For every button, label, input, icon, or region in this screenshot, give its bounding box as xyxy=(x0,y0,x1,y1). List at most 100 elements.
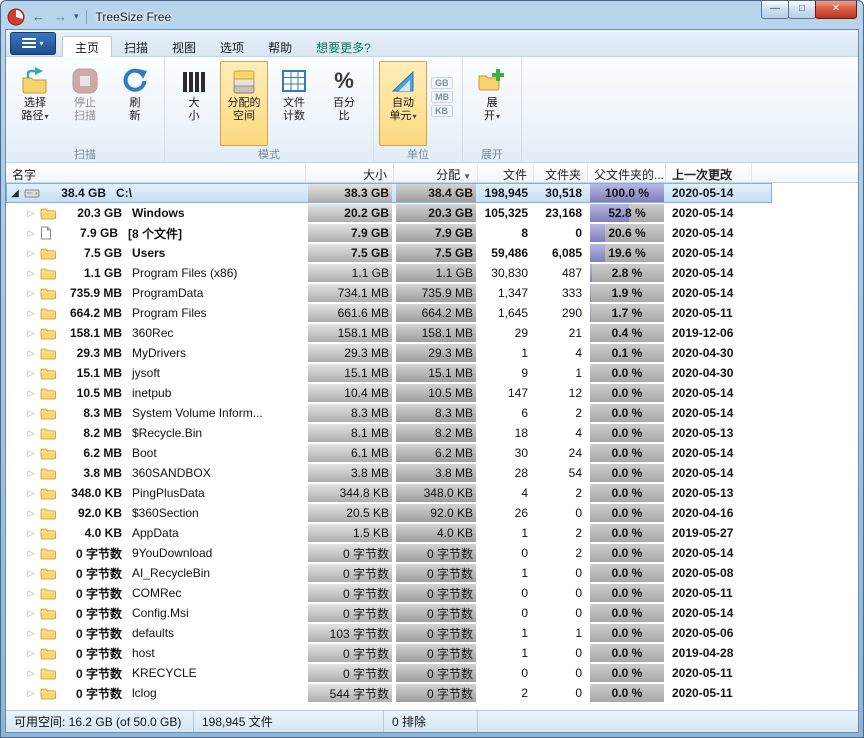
expand-icon[interactable]: ▷ xyxy=(26,388,36,399)
column-header-size[interactable]: 大小 xyxy=(306,163,394,182)
folder-icon xyxy=(40,647,56,660)
column-header-folders[interactable]: 文件夹 xyxy=(534,163,588,182)
application-menu-button[interactable]: ▾ xyxy=(10,32,56,55)
expand-icon[interactable]: ▷ xyxy=(26,288,36,299)
expand-button[interactable]: 展开▾ xyxy=(468,61,516,146)
column-header-files[interactable]: 文件 xyxy=(478,163,534,182)
unit-gb-label[interactable]: GB xyxy=(431,77,453,89)
cell-allocated: 0 字节数 xyxy=(394,563,478,583)
column-header-name[interactable]: 名字 xyxy=(6,163,306,182)
expand-icon[interactable]: ▷ xyxy=(26,328,36,339)
cell-name: ▷348.0 KBPingPlusData xyxy=(6,483,306,503)
folder-icon xyxy=(40,427,56,440)
expand-icon[interactable]: ▷ xyxy=(26,508,36,519)
table-row[interactable]: ▷1.1 GBProgram Files (x86)1.1 GB1.1 GB30… xyxy=(6,263,772,283)
forward-icon[interactable]: → xyxy=(52,9,69,24)
folder-icon xyxy=(40,407,56,420)
back-icon[interactable]: ← xyxy=(30,9,47,24)
expand-icon[interactable]: ▷ xyxy=(26,628,36,639)
table-row[interactable]: ▷0 字节数AI_RecycleBin0 字节数0 字节数100.0 %2020… xyxy=(6,563,772,583)
collapse-icon[interactable]: ◢ xyxy=(10,188,20,199)
table-row[interactable]: ▷20.3 GBWindows20.2 GB20.3 GB105,32523,1… xyxy=(6,203,772,223)
table-row[interactable]: ▷10.5 MBinetpub10.4 MB10.5 MB147120.0 %2… xyxy=(6,383,772,403)
expand-icon[interactable]: ▷ xyxy=(26,528,36,539)
column-header-allocated[interactable]: 分配▼ xyxy=(394,163,478,182)
expand-icon[interactable]: ▷ xyxy=(26,428,36,439)
table-row[interactable]: ▷158.1 MB360Rec158.1 MB158.1 MB29210.4 %… xyxy=(6,323,772,343)
expand-icon[interactable]: ▷ xyxy=(26,668,36,679)
table-row[interactable]: ▷735.9 MBProgramData734.1 MB735.9 MB1,34… xyxy=(6,283,772,303)
folder-icon xyxy=(40,587,56,600)
expand-icon[interactable]: ▷ xyxy=(26,268,36,279)
cell-size: 344.8 KB xyxy=(306,483,394,503)
expand-icon[interactable]: ▷ xyxy=(26,228,36,239)
minimize-button[interactable]: — xyxy=(761,1,789,19)
column-header-parent-pct[interactable]: 父文件夹的... xyxy=(588,163,666,182)
table-row[interactable]: ▷7.5 GBUsers7.5 GB7.5 GB59,4866,08519.6 … xyxy=(6,243,772,263)
table-row[interactable]: ▷8.3 MBSystem Volume Inform...8.3 MB8.3 … xyxy=(6,403,772,423)
auto-units-button[interactable]: 自动单元▾ xyxy=(379,61,427,146)
expand-icon[interactable]: ▷ xyxy=(26,468,36,479)
expand-icon[interactable]: ▷ xyxy=(26,488,36,499)
expand-icon[interactable]: ▷ xyxy=(26,588,36,599)
cell-spacer xyxy=(752,623,772,643)
cell-folders: 24 xyxy=(534,443,588,463)
expand-icon[interactable]: ▷ xyxy=(26,568,36,579)
select-path-button[interactable]: 选择路径▾ xyxy=(11,61,59,146)
table-row[interactable]: ▷4.0 KBAppData1.5 KB4.0 KB120.0 %2019-05… xyxy=(6,523,772,543)
cell-spacer xyxy=(752,183,772,203)
maximize-button[interactable]: □ xyxy=(788,1,816,19)
table-row[interactable]: ▷0 字节数defaults103 字节数0 字节数110.0 %2020-05… xyxy=(6,623,772,643)
cell-name: ▷158.1 MB360Rec xyxy=(6,323,306,343)
cell-last-change: 2020-05-14 xyxy=(666,463,752,483)
table-row[interactable]: ▷8.2 MB$Recycle.Bin8.1 MB8.2 MB1840.0 %2… xyxy=(6,423,772,443)
close-button[interactable]: ✕ xyxy=(815,1,857,19)
expand-icon[interactable]: ▷ xyxy=(26,408,36,419)
expand-icon[interactable]: ▷ xyxy=(26,648,36,659)
table-row[interactable]: ▷15.1 MBjysoft15.1 MB15.1 MB910.0 %2020-… xyxy=(6,363,772,383)
unit-kb-label[interactable]: KB xyxy=(431,105,453,117)
cell-parent-pct: 0.0 % xyxy=(588,403,666,423)
cell-last-change: 2020-05-14 xyxy=(666,223,752,243)
expand-icon[interactable]: ▷ xyxy=(26,368,36,379)
cell-allocated: 664.2 MB xyxy=(394,303,478,323)
table-row[interactable]: ▷0 字节数lclog544 字节数0 字节数200.0 %2020-05-11 xyxy=(6,683,772,703)
table-row[interactable]: ▷0 字节数Config.Msi0 字节数0 字节数000.0 %2020-05… xyxy=(6,603,772,623)
expand-icon[interactable]: ▷ xyxy=(26,548,36,559)
row-name: 9YouDownload xyxy=(132,546,212,560)
percent-mode-button[interactable]: % 百分比 xyxy=(320,61,368,146)
expand-icon[interactable]: ▷ xyxy=(26,308,36,319)
table-row[interactable]: ▷664.2 MBProgram Files661.6 MB664.2 MB1,… xyxy=(6,303,772,323)
expand-icon[interactable]: ▷ xyxy=(26,348,36,359)
table-row[interactable]: ▷7.9 GB[8 个文件]7.9 GB7.9 GB8020.6 %2020-0… xyxy=(6,223,772,243)
row-name: Boot xyxy=(132,446,157,460)
expand-icon[interactable]: ▷ xyxy=(26,688,36,699)
size-mode-button[interactable]: 大小 xyxy=(170,61,218,146)
table-row[interactable]: ▷0 字节数COMRec0 字节数0 字节数000.0 %2020-05-11 xyxy=(6,583,772,603)
expand-icon[interactable]: ▷ xyxy=(26,248,36,259)
table-row[interactable]: ◢38.4 GBC:\38.3 GB38.4 GB198,94530,51810… xyxy=(6,183,772,203)
ribbon-group-expand: 展开▾ 展开 xyxy=(463,57,522,162)
table-row[interactable]: ▷3.8 MB360SANDBOX3.8 MB3.8 MB28540.0 %20… xyxy=(6,463,772,483)
table-row[interactable]: ▷6.2 MBBoot6.1 MB6.2 MB30240.0 %2020-05-… xyxy=(6,443,772,463)
expand-icon[interactable]: ▷ xyxy=(26,208,36,219)
table-row[interactable]: ▷0 字节数host0 字节数0 字节数100.0 %2019-04-28 xyxy=(6,643,772,663)
toolbar-dropdown-icon[interactable]: ▾ xyxy=(74,11,79,22)
unit-mb-label[interactable]: MB xyxy=(431,91,453,103)
expand-icon[interactable]: ▷ xyxy=(26,448,36,459)
table-row[interactable]: ▷348.0 KBPingPlusData344.8 KB348.0 KB420… xyxy=(6,483,772,503)
folder-icon xyxy=(40,607,56,620)
table-row[interactable]: ▷0 字节数KRECYCLE0 字节数0 字节数000.0 %2020-05-1… xyxy=(6,663,772,683)
refresh-button[interactable]: 刷新 xyxy=(111,61,159,146)
expand-icon[interactable]: ▷ xyxy=(26,608,36,619)
cell-spacer xyxy=(752,283,772,303)
group-caption-units: 单位 xyxy=(377,146,459,162)
file-count-button[interactable]: 文件计数 xyxy=(270,61,318,146)
allocated-space-button[interactable]: 分配的空间 xyxy=(220,61,268,146)
table-row[interactable]: ▷0 字节数9YouDownload0 字节数0 字节数020.0 %2020-… xyxy=(6,543,772,563)
cell-size: 661.6 MB xyxy=(306,303,394,323)
table-row[interactable]: ▷29.3 MBMyDrivers29.3 MB29.3 MB140.1 %20… xyxy=(6,343,772,363)
table-row[interactable]: ▷92.0 KB$360Section20.5 KB92.0 KB2600.0 … xyxy=(6,503,772,523)
row-name: KRECYCLE xyxy=(132,666,197,680)
column-header-last-change[interactable]: 上一次更改 xyxy=(666,163,752,182)
